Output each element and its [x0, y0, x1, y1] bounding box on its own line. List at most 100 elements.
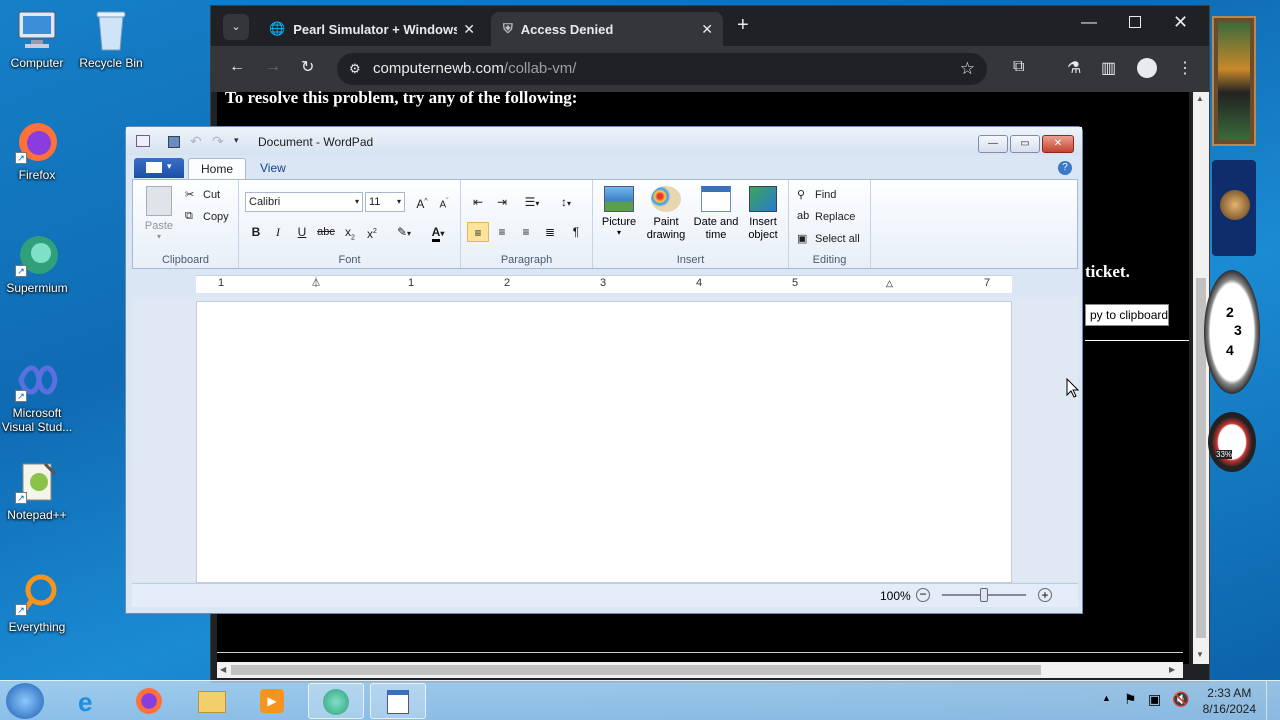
- desktop-icon-recycle-bin[interactable]: Recycle Bin: [74, 8, 148, 70]
- taskbar-internet-explorer[interactable]: e: [62, 683, 118, 719]
- undo-icon[interactable]: ↶: [190, 133, 202, 150]
- show-desktop-button[interactable]: [1266, 681, 1280, 720]
- desktop-icon-supermium[interactable]: ↗ Supermium: [0, 233, 74, 295]
- zoom-out-icon[interactable]: −: [916, 588, 930, 602]
- desktop-icon-everything[interactable]: ↗ Everything: [0, 572, 74, 634]
- file-menu-button[interactable]: ▾: [134, 158, 184, 178]
- superscript-icon[interactable]: x2: [361, 222, 383, 242]
- copy-to-clipboard-button[interactable]: py to clipboard: [1085, 304, 1169, 326]
- feed-gadget[interactable]: [1212, 160, 1256, 256]
- taskbar-clock[interactable]: 2:33 AM 8/16/2024: [1203, 685, 1256, 717]
- find-button[interactable]: Find: [815, 189, 836, 201]
- cut-button[interactable]: Cut: [203, 189, 220, 201]
- desktop-icon-visual-studio[interactable]: ↗ Microsoft Visual Stud...: [0, 358, 74, 434]
- increase-indent-icon[interactable]: ⇥: [491, 192, 513, 212]
- site-info-icon[interactable]: ⚙: [349, 53, 361, 85]
- document-page[interactable]: [196, 301, 1012, 583]
- select-all-button[interactable]: Select all: [815, 233, 860, 245]
- side-panel-icon[interactable]: ▥: [1101, 58, 1116, 78]
- shrink-font-icon[interactable]: Aˇ: [433, 192, 455, 212]
- zoom-slider[interactable]: [942, 588, 1026, 602]
- star-icon[interactable]: ☆: [960, 53, 975, 85]
- taskbar-media-player[interactable]: ▶: [244, 683, 300, 719]
- volume-muted-icon[interactable]: 🔇: [1172, 691, 1189, 708]
- justify-icon[interactable]: ≣: [539, 222, 561, 242]
- scroll-right-icon[interactable]: ▶: [1169, 665, 1175, 674]
- zoom-in-icon[interactable]: +: [1038, 588, 1052, 602]
- maximize-button[interactable]: ▭: [1010, 135, 1040, 153]
- desktop-icon-firefox[interactable]: ↗ Firefox: [0, 120, 74, 182]
- subscript-icon[interactable]: x2: [339, 222, 361, 242]
- profile-avatar[interactable]: [1137, 58, 1157, 78]
- bullet-list-icon[interactable]: ☰▾: [517, 192, 547, 212]
- paste-button[interactable]: Paste ▾: [141, 186, 177, 248]
- tab-view[interactable]: View: [248, 158, 298, 179]
- slideshow-gadget[interactable]: [1212, 16, 1256, 146]
- insert-object-button[interactable]: Insert object: [741, 186, 785, 242]
- italic-icon[interactable]: I: [267, 222, 289, 242]
- network-icon[interactable]: ▣: [1148, 691, 1161, 708]
- scroll-left-icon[interactable]: ◀: [220, 665, 226, 674]
- taskbar-firefox[interactable]: [122, 683, 178, 719]
- horizontal-scrollbar[interactable]: ◀ ▶: [217, 662, 1183, 678]
- redo-icon[interactable]: ↷: [212, 133, 224, 150]
- taskbar-wordpad[interactable]: [370, 683, 426, 719]
- tab-pearl-simulator[interactable]: 🌐 Pearl Simulator + Windows 7 - ✕: [257, 12, 485, 46]
- font-size-select[interactable]: 11 ▾: [365, 192, 405, 212]
- bold-icon[interactable]: B: [245, 222, 267, 242]
- vertical-scrollbar[interactable]: ▲ ▼: [1193, 92, 1209, 664]
- text-color-icon[interactable]: A▾: [423, 222, 453, 242]
- decrease-indent-icon[interactable]: ⇤: [467, 192, 489, 212]
- help-icon[interactable]: ?: [1058, 161, 1072, 175]
- tab-access-denied[interactable]: ⛨ Access Denied ✕: [491, 12, 723, 46]
- align-right-icon[interactable]: ≡: [515, 222, 537, 242]
- font-family-select[interactable]: Calibri ▾: [245, 192, 363, 212]
- replace-button[interactable]: Replace: [815, 211, 855, 223]
- align-left-icon[interactable]: ≡: [467, 222, 489, 242]
- align-center-icon[interactable]: ≡: [491, 222, 513, 242]
- maximize-window-button[interactable]: [1129, 16, 1141, 28]
- save-icon[interactable]: [168, 136, 180, 148]
- desktop-icon-notepad-plus-plus[interactable]: ↗ Notepad++: [0, 460, 74, 522]
- scrollbar-thumb[interactable]: [231, 665, 1041, 675]
- minimize-button[interactable]: —: [978, 135, 1008, 153]
- start-button[interactable]: [6, 683, 44, 719]
- scroll-down-icon[interactable]: ▼: [1196, 650, 1204, 659]
- close-button[interactable]: ✕: [1042, 135, 1074, 153]
- desktop-icon-computer[interactable]: Computer: [0, 8, 74, 70]
- underline-icon[interactable]: U: [291, 222, 313, 242]
- address-bar[interactable]: ⚙ computernewb.com/collab-vm/ ☆: [337, 53, 987, 85]
- highlight-color-icon[interactable]: ✎▾: [389, 222, 419, 242]
- line-spacing-icon[interactable]: ↕▾: [551, 192, 581, 212]
- grow-font-icon[interactable]: A^: [411, 192, 433, 212]
- paint-drawing-button[interactable]: Paint drawing: [643, 186, 689, 242]
- close-tab-icon[interactable]: ✕: [701, 21, 713, 38]
- scroll-up-icon[interactable]: ▲: [1196, 94, 1204, 103]
- copy-button[interactable]: Copy: [203, 211, 229, 223]
- back-arrow-icon[interactable]: ←: [229, 58, 245, 76]
- reload-icon[interactable]: ↻: [301, 57, 314, 77]
- menu-kebab-icon[interactable]: ⋮: [1177, 58, 1193, 78]
- indent-marker-icon[interactable]: ⏃: [311, 274, 321, 289]
- taskbar-explorer[interactable]: [184, 683, 240, 719]
- close-window-button[interactable]: ✕: [1173, 12, 1188, 33]
- date-time-button[interactable]: Date and time: [691, 186, 741, 242]
- labs-flask-icon[interactable]: ⚗: [1067, 58, 1081, 78]
- taskbar-supermium[interactable]: [308, 683, 364, 719]
- strikethrough-icon[interactable]: abc: [315, 222, 337, 242]
- extensions-icon[interactable]: ⧉: [1013, 58, 1024, 76]
- action-center-flag-icon[interactable]: ⚑: [1124, 691, 1137, 708]
- new-tab-button[interactable]: +: [737, 14, 749, 37]
- show-hidden-icons[interactable]: ▲: [1102, 693, 1111, 703]
- customize-qat-icon[interactable]: ▾: [234, 135, 239, 146]
- minimize-window-button[interactable]: —: [1081, 14, 1097, 32]
- paragraph-settings-icon[interactable]: ¶: [565, 222, 587, 242]
- insert-picture-button[interactable]: Picture ▾: [599, 186, 639, 237]
- ruler[interactable]: 1 ⏃ 1 2 3 4 5 △ 7: [196, 275, 1012, 293]
- zoom-slider-thumb[interactable]: [980, 588, 988, 602]
- forward-arrow-icon[interactable]: →: [265, 58, 281, 76]
- tab-search-button[interactable]: ⌄: [223, 14, 249, 40]
- close-tab-icon[interactable]: ✕: [463, 21, 475, 38]
- tab-home[interactable]: Home: [188, 158, 247, 179]
- right-indent-marker-icon[interactable]: △: [886, 278, 893, 289]
